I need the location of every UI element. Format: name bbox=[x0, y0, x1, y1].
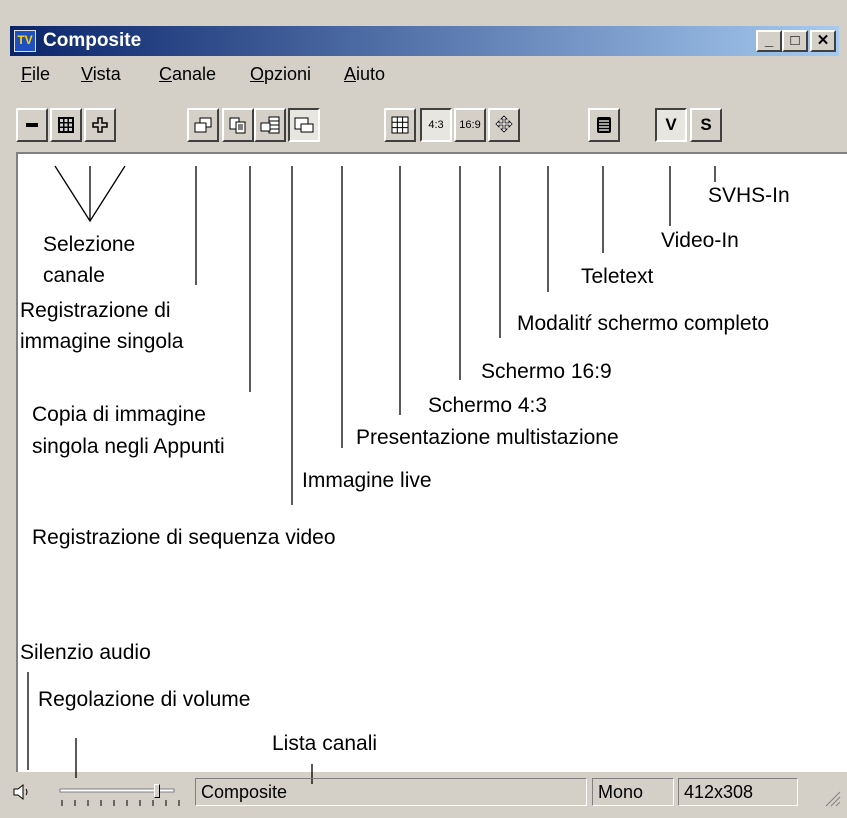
toolbar: 4:3 16:9 V S bbox=[10, 96, 839, 150]
teletext-button[interactable] bbox=[588, 108, 620, 142]
screen-16-9-button[interactable]: 16:9 bbox=[454, 108, 486, 142]
video-in-button[interactable]: V bbox=[655, 108, 687, 142]
label-schermo-16-9: Schermo 16:9 bbox=[481, 360, 612, 383]
app-window: TV Composite _ □ ✕ File Vista Canale Opz… bbox=[0, 0, 847, 818]
copy-icon bbox=[228, 116, 248, 134]
label-immagine-live: Immagine live bbox=[302, 469, 432, 492]
move-arrows-icon bbox=[494, 115, 514, 135]
title-bar[interactable]: TV Composite _ □ ✕ bbox=[10, 26, 839, 56]
audio-mode-field: Mono bbox=[592, 778, 674, 806]
tv-app-icon: TV bbox=[14, 30, 36, 52]
label-copia-appunti-1: Copia di immagine bbox=[32, 403, 206, 426]
minus-icon bbox=[24, 117, 40, 133]
menu-file[interactable]: File bbox=[21, 64, 50, 85]
channel-down-button[interactable] bbox=[16, 108, 48, 142]
snapshot-button[interactable] bbox=[187, 108, 219, 142]
multistation-button[interactable] bbox=[384, 108, 416, 142]
resolution-field: 412x308 bbox=[678, 778, 798, 806]
video-record-button[interactable] bbox=[254, 108, 286, 142]
label-svhs-in: SVHS-In bbox=[708, 184, 790, 207]
volume-slider-thumb[interactable] bbox=[154, 784, 160, 798]
label-registrazione-singola-1: Registrazione di bbox=[20, 299, 171, 322]
channel-list-field[interactable]: Composite bbox=[195, 778, 587, 806]
label-video-in: Video-In bbox=[661, 229, 739, 252]
volume-slider[interactable] bbox=[58, 778, 188, 810]
status-bar: Composite Mono 412x308 bbox=[10, 774, 847, 818]
multigrid-icon bbox=[391, 116, 409, 134]
menu-opzioni[interactable]: Opzioni bbox=[250, 64, 311, 85]
speaker-icon[interactable] bbox=[12, 782, 32, 807]
live-icon bbox=[293, 116, 315, 134]
menu-bar: File Vista Canale Opzioni Aiuto bbox=[10, 60, 839, 90]
label-selezione-canale-1: Selezione bbox=[43, 233, 136, 256]
window-title: Composite bbox=[43, 30, 142, 51]
label-silenzio-audio: Silenzio audio bbox=[20, 641, 151, 664]
label-registrazione-singola-2: immagine singola bbox=[20, 330, 184, 353]
label-teletext: Teletext bbox=[581, 265, 654, 288]
label-selezione-canale-2: canale bbox=[43, 264, 105, 287]
resize-grip-icon[interactable] bbox=[822, 788, 842, 813]
plus-icon bbox=[92, 117, 108, 133]
label-presentazione-multistazione: Presentazione multistazione bbox=[356, 426, 619, 449]
live-image-button[interactable] bbox=[288, 108, 320, 142]
label-sequenza-video: Registrazione di sequenza video bbox=[32, 526, 336, 549]
svhs-in-button[interactable]: S bbox=[690, 108, 722, 142]
label-schermo-completo: Modalitŕ schermo completo bbox=[517, 312, 770, 335]
close-button[interactable]: ✕ bbox=[810, 30, 836, 52]
copy-clipboard-button[interactable] bbox=[222, 108, 254, 142]
maximize-button[interactable]: □ bbox=[782, 30, 808, 52]
menu-aiuto[interactable]: Aiuto bbox=[344, 64, 385, 85]
label-copia-appunti-2: singola negli Appunti bbox=[32, 435, 225, 458]
menu-vista[interactable]: Vista bbox=[81, 64, 121, 85]
screen-4-3-button[interactable]: 4:3 bbox=[420, 108, 452, 142]
channel-list-button[interactable] bbox=[50, 108, 82, 142]
label-regolazione-volume: Regolazione di volume bbox=[38, 688, 251, 711]
menu-canale[interactable]: Canale bbox=[159, 64, 216, 85]
minimize-button[interactable]: _ bbox=[756, 30, 782, 52]
fullscreen-button[interactable] bbox=[488, 108, 520, 142]
channel-up-button[interactable] bbox=[84, 108, 116, 142]
teletext-icon bbox=[595, 116, 613, 134]
grid-icon bbox=[57, 116, 75, 134]
label-lista-canali: Lista canali bbox=[272, 732, 378, 755]
snapshot-icon bbox=[193, 116, 213, 134]
video-record-icon bbox=[259, 116, 281, 134]
label-schermo-4-3: Schermo 4:3 bbox=[428, 394, 548, 417]
